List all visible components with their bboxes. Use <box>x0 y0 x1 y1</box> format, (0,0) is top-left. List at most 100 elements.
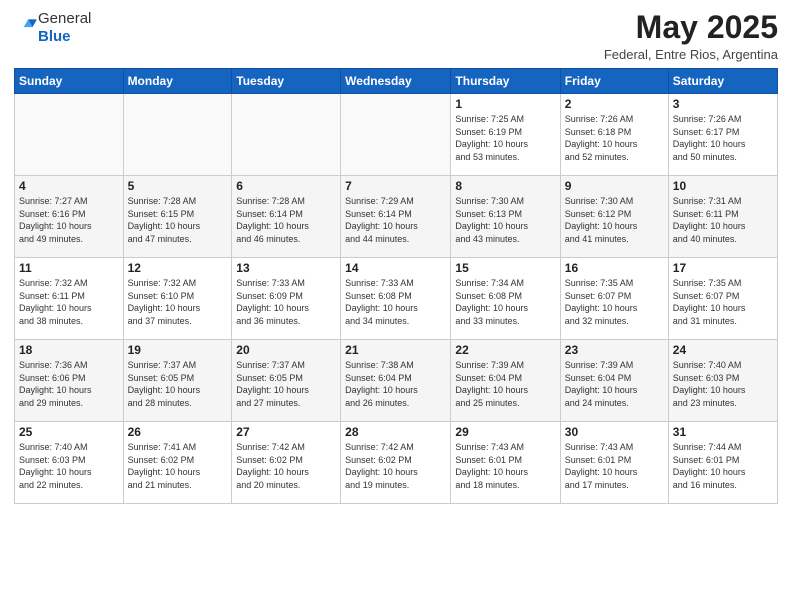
day-number: 11 <box>19 261 119 275</box>
week-row-1: 1 Sunrise: 7:25 AM Sunset: 6:19 PM Daylig… <box>15 94 778 176</box>
day-number: 18 <box>19 343 119 357</box>
day-info: Sunrise: 7:27 AM Sunset: 6:16 PM Dayligh… <box>19 195 119 245</box>
calendar-cell: 23Sunrise: 7:39 AM Sunset: 6:04 PM Dayli… <box>560 340 668 422</box>
logo-blue-text: Blue <box>38 28 91 46</box>
day-number: 13 <box>236 261 336 275</box>
calendar-cell: 19 Sunrise: 7:37 AM Sunset: 6:05 PM Dayli… <box>123 340 232 422</box>
day-info: Sunrise: 7:25 AM Sunset: 6:19 PM Dayligh… <box>455 113 555 163</box>
calendar-cell: 14 Sunrise: 7:33 AM Sunset: 6:08 PM Dayli… <box>341 258 451 340</box>
day-number: 12 <box>128 261 228 275</box>
day-info: Sunrise: 7:41 AM Sunset: 6:02 PM Dayligh… <box>128 441 228 491</box>
week-row-5: 25 Sunrise: 7:40 AM Sunset: 6:03 PM Dayli… <box>15 422 778 504</box>
week-row-3: 11 Sunrise: 7:32 AM Sunset: 6:11 PM Dayli… <box>15 258 778 340</box>
calendar-cell: 31Sunrise: 7:44 AM Sunset: 6:01 PM Dayli… <box>668 422 777 504</box>
day-number: 5 <box>128 179 228 193</box>
calendar-cell: 30 Sunrise: 7:43 AM Sunset: 6:01 PM Dayli… <box>560 422 668 504</box>
day-info: Sunrise: 7:36 AM Sunset: 6:06 PM Dayligh… <box>19 359 119 409</box>
day-info: Sunrise: 7:34 AM Sunset: 6:08 PM Dayligh… <box>455 277 555 327</box>
calendar-cell <box>232 94 341 176</box>
day-number: 26 <box>128 425 228 439</box>
calendar-cell: 26 Sunrise: 7:41 AM Sunset: 6:02 PM Dayli… <box>123 422 232 504</box>
week-row-4: 18 Sunrise: 7:36 AM Sunset: 6:06 PM Dayli… <box>15 340 778 422</box>
calendar-cell: 3Sunrise: 7:26 AM Sunset: 6:17 PM Daylig… <box>668 94 777 176</box>
weekday-header-row: SundayMondayTuesdayWednesdayThursdayFrid… <box>15 69 778 94</box>
day-number: 14 <box>345 261 446 275</box>
calendar-cell: 28Sunrise: 7:42 AM Sunset: 6:02 PM Dayli… <box>341 422 451 504</box>
calendar-cell: 5 Sunrise: 7:28 AM Sunset: 6:15 PM Daylig… <box>123 176 232 258</box>
day-info: Sunrise: 7:40 AM Sunset: 6:03 PM Dayligh… <box>673 359 773 409</box>
day-info: Sunrise: 7:37 AM Sunset: 6:05 PM Dayligh… <box>128 359 228 409</box>
day-info: Sunrise: 7:39 AM Sunset: 6:04 PM Dayligh… <box>565 359 664 409</box>
weekday-header-sunday: Sunday <box>15 69 124 94</box>
calendar-cell: 22 Sunrise: 7:39 AM Sunset: 6:04 PM Dayli… <box>451 340 560 422</box>
calendar-cell: 9Sunrise: 7:30 AM Sunset: 6:12 PM Daylig… <box>560 176 668 258</box>
calendar-cell: 11 Sunrise: 7:32 AM Sunset: 6:11 PM Dayli… <box>15 258 124 340</box>
weekday-header-friday: Friday <box>560 69 668 94</box>
day-number: 30 <box>565 425 664 439</box>
calendar-cell: 1 Sunrise: 7:25 AM Sunset: 6:19 PM Daylig… <box>451 94 560 176</box>
day-info: Sunrise: 7:35 AM Sunset: 6:07 PM Dayligh… <box>673 277 773 327</box>
day-number: 29 <box>455 425 555 439</box>
calendar-cell: 15 Sunrise: 7:34 AM Sunset: 6:08 PM Dayli… <box>451 258 560 340</box>
title-block: May 2025 Federal, Entre Rios, Argentina <box>604 10 778 62</box>
day-number: 15 <box>455 261 555 275</box>
day-info: Sunrise: 7:26 AM Sunset: 6:17 PM Dayligh… <box>673 113 773 163</box>
calendar-cell: 20Sunrise: 7:37 AM Sunset: 6:05 PM Dayli… <box>232 340 341 422</box>
month-title: May 2025 <box>604 10 778 45</box>
weekday-header-thursday: Thursday <box>451 69 560 94</box>
day-number: 8 <box>455 179 555 193</box>
day-info: Sunrise: 7:31 AM Sunset: 6:11 PM Dayligh… <box>673 195 773 245</box>
calendar-cell: 2 Sunrise: 7:26 AM Sunset: 6:18 PM Daylig… <box>560 94 668 176</box>
day-number: 17 <box>673 261 773 275</box>
day-number: 22 <box>455 343 555 357</box>
logo-icon <box>16 15 38 37</box>
day-info: Sunrise: 7:32 AM Sunset: 6:11 PM Dayligh… <box>19 277 119 327</box>
day-info: Sunrise: 7:35 AM Sunset: 6:07 PM Dayligh… <box>565 277 664 327</box>
weekday-header-tuesday: Tuesday <box>232 69 341 94</box>
calendar-cell: 21Sunrise: 7:38 AM Sunset: 6:04 PM Dayli… <box>341 340 451 422</box>
day-number: 19 <box>128 343 228 357</box>
calendar-cell: 17 Sunrise: 7:35 AM Sunset: 6:07 PM Dayli… <box>668 258 777 340</box>
day-info: Sunrise: 7:42 AM Sunset: 6:02 PM Dayligh… <box>236 441 336 491</box>
day-info: Sunrise: 7:43 AM Sunset: 6:01 PM Dayligh… <box>455 441 555 491</box>
calendar-cell: 16 Sunrise: 7:35 AM Sunset: 6:07 PM Dayli… <box>560 258 668 340</box>
calendar-cell: 24 Sunrise: 7:40 AM Sunset: 6:03 PM Dayli… <box>668 340 777 422</box>
calendar-cell: 18 Sunrise: 7:36 AM Sunset: 6:06 PM Dayli… <box>15 340 124 422</box>
day-info: Sunrise: 7:26 AM Sunset: 6:18 PM Dayligh… <box>565 113 664 163</box>
calendar-cell: 8 Sunrise: 7:30 AM Sunset: 6:13 PM Daylig… <box>451 176 560 258</box>
day-info: Sunrise: 7:32 AM Sunset: 6:10 PM Dayligh… <box>128 277 228 327</box>
day-number: 6 <box>236 179 336 193</box>
calendar-cell: 10 Sunrise: 7:31 AM Sunset: 6:11 PM Dayli… <box>668 176 777 258</box>
day-number: 1 <box>455 97 555 111</box>
day-number: 10 <box>673 179 773 193</box>
day-number: 16 <box>565 261 664 275</box>
day-info: Sunrise: 7:28 AM Sunset: 6:15 PM Dayligh… <box>128 195 228 245</box>
weekday-header-saturday: Saturday <box>668 69 777 94</box>
day-number: 24 <box>673 343 773 357</box>
day-number: 4 <box>19 179 119 193</box>
calendar-cell <box>341 94 451 176</box>
day-info: Sunrise: 7:40 AM Sunset: 6:03 PM Dayligh… <box>19 441 119 491</box>
calendar-cell: 13 Sunrise: 7:33 AM Sunset: 6:09 PM Dayli… <box>232 258 341 340</box>
calendar-cell: 7Sunrise: 7:29 AM Sunset: 6:14 PM Daylig… <box>341 176 451 258</box>
day-info: Sunrise: 7:38 AM Sunset: 6:04 PM Dayligh… <box>345 359 446 409</box>
day-info: Sunrise: 7:33 AM Sunset: 6:08 PM Dayligh… <box>345 277 446 327</box>
day-info: Sunrise: 7:39 AM Sunset: 6:04 PM Dayligh… <box>455 359 555 409</box>
day-info: Sunrise: 7:44 AM Sunset: 6:01 PM Dayligh… <box>673 441 773 491</box>
day-number: 20 <box>236 343 336 357</box>
day-number: 2 <box>565 97 664 111</box>
day-number: 27 <box>236 425 336 439</box>
logo-general-text: General <box>38 10 91 28</box>
day-info: Sunrise: 7:43 AM Sunset: 6:01 PM Dayligh… <box>565 441 664 491</box>
calendar-cell <box>15 94 124 176</box>
day-info: Sunrise: 7:30 AM Sunset: 6:13 PM Dayligh… <box>455 195 555 245</box>
day-info: Sunrise: 7:42 AM Sunset: 6:02 PM Dayligh… <box>345 441 446 491</box>
day-number: 7 <box>345 179 446 193</box>
calendar-cell <box>123 94 232 176</box>
calendar-cell: 6Sunrise: 7:28 AM Sunset: 6:14 PM Daylig… <box>232 176 341 258</box>
day-number: 9 <box>565 179 664 193</box>
day-info: Sunrise: 7:33 AM Sunset: 6:09 PM Dayligh… <box>236 277 336 327</box>
logo: General Blue <box>14 10 91 46</box>
calendar-cell: 4 Sunrise: 7:27 AM Sunset: 6:16 PM Daylig… <box>15 176 124 258</box>
day-number: 25 <box>19 425 119 439</box>
